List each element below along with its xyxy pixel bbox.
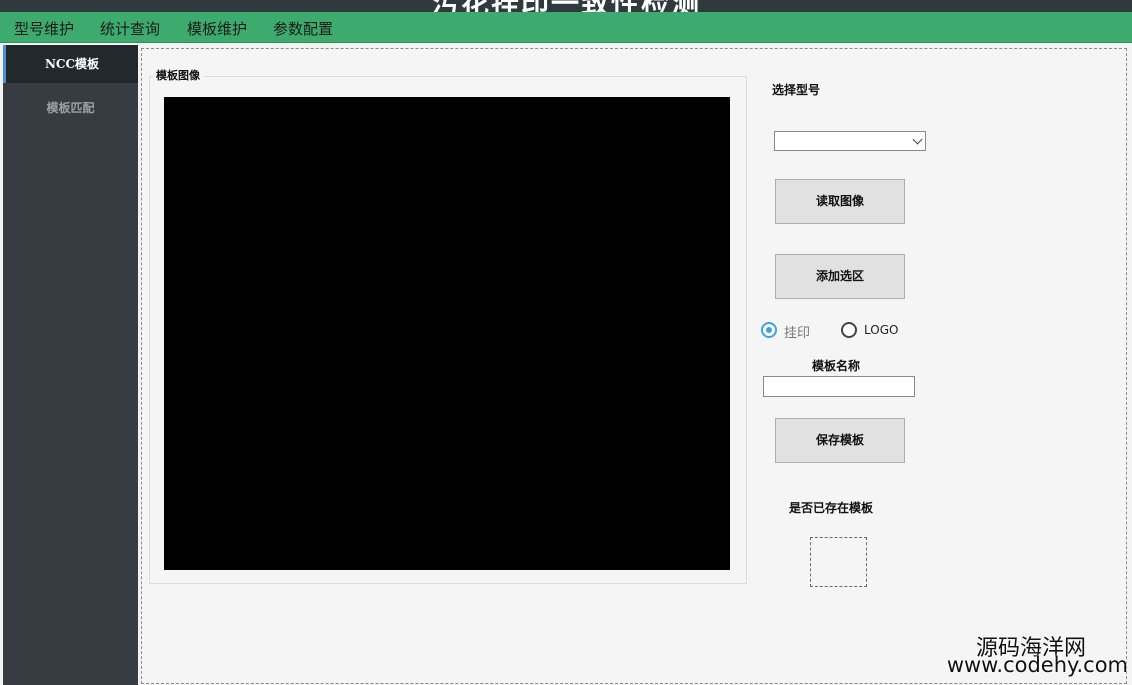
read-image-button[interactable]: 读取图像: [775, 179, 905, 224]
menu-bar: 型号维护 统计查询 模板维护 参数配置: [0, 12, 1132, 43]
template-exists-indicator: [810, 537, 867, 587]
app-title: 污花挂印一致性检测: [0, 0, 1132, 12]
template-name-input[interactable]: [763, 376, 915, 397]
add-region-button[interactable]: 添加选区: [775, 254, 905, 299]
watermark-url: www.codehy.com: [946, 653, 1128, 677]
template-image-canvas[interactable]: [164, 97, 730, 570]
template-name-label: 模板名称: [812, 359, 861, 373]
sidebar: NCC模板 模板匹配: [3, 45, 138, 685]
title-bar: 污花挂印一致性检测: [0, 0, 1132, 12]
chevron-down-icon: [912, 134, 923, 145]
radio-checked-icon: [761, 322, 777, 338]
menu-item-template-maintenance[interactable]: 模板维护: [187, 18, 247, 39]
menu-item-model-maintenance[interactable]: 型号维护: [14, 18, 74, 39]
radio-logo-label: LOGO: [864, 323, 899, 337]
save-template-button[interactable]: 保存模板: [775, 418, 905, 463]
menu-item-statistics-query[interactable]: 统计查询: [100, 18, 160, 39]
select-model-label: 选择型号: [772, 83, 821, 97]
template-image-group-title: 模板图像: [153, 67, 203, 83]
template-exists-label: 是否已存在模板: [789, 501, 874, 515]
radio-unchecked-icon: [841, 322, 857, 338]
sidebar-item-template-matching[interactable]: 模板匹配: [3, 89, 138, 127]
radio-hanging-print-label: 挂印: [784, 326, 811, 341]
sidebar-item-ncc-template[interactable]: NCC模板: [3, 45, 138, 83]
menu-item-parameter-config[interactable]: 参数配置: [273, 18, 333, 39]
model-select[interactable]: [774, 131, 926, 151]
